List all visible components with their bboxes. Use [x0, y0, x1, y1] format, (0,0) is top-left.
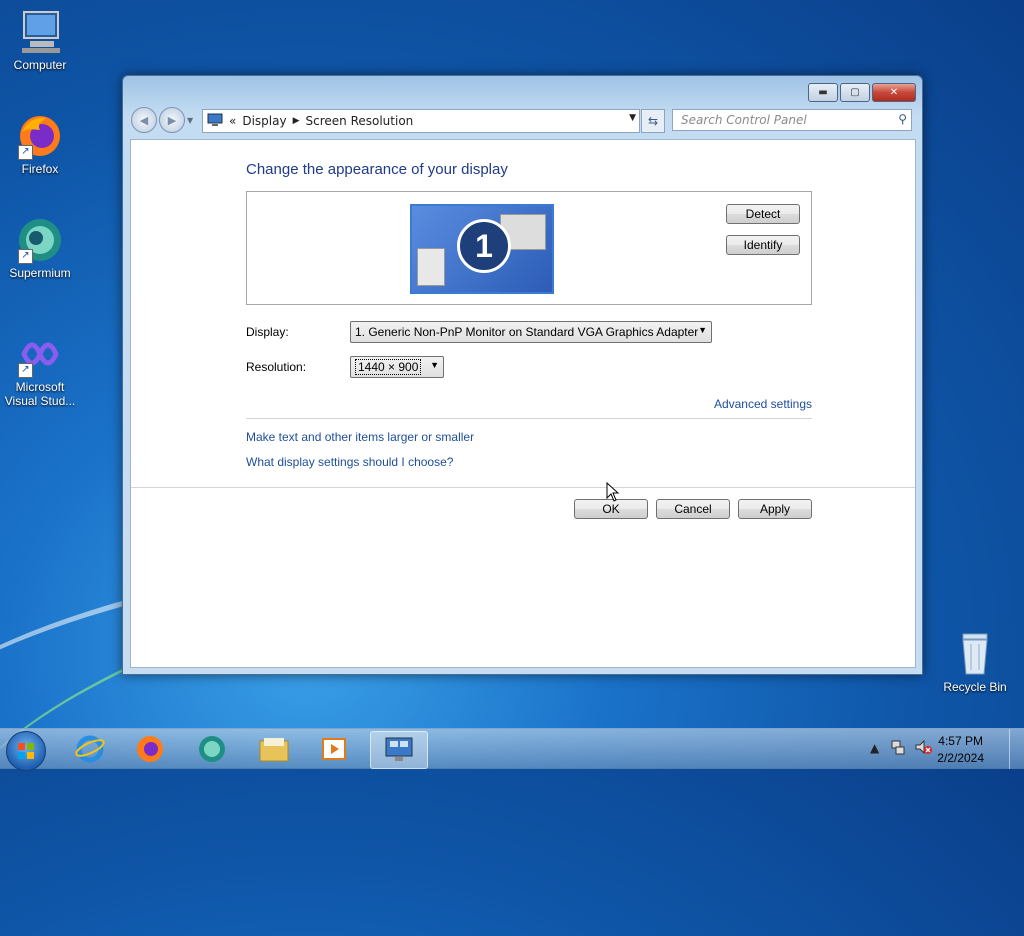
shortcut-arrow-icon: ↗: [18, 249, 33, 264]
minimize-icon: ▬: [818, 87, 828, 98]
maximize-icon: ▢: [850, 87, 860, 98]
folder-icon: [259, 738, 289, 762]
address-bar[interactable]: « Display ▶ Screen Resolution ▼: [202, 109, 640, 133]
monitor-number: 1: [457, 219, 511, 273]
monitor-preview-box: 1 Detect Identify: [246, 191, 812, 305]
divider: [131, 487, 915, 488]
breadcrumb-separator-icon[interactable]: ▶: [293, 116, 300, 126]
computer-icon: [16, 8, 64, 56]
display-select[interactable]: 1. Generic Non-PnP Monitor on Standard V…: [350, 321, 712, 343]
text-size-link[interactable]: Make text and other items larger or smal…: [246, 430, 474, 444]
start-button[interactable]: [6, 731, 46, 771]
desktop-icon-label: Microsoft Visual Stud...: [4, 380, 76, 408]
forward-arrow-icon: ▶: [167, 113, 177, 127]
supermium-icon: ↗: [16, 216, 64, 264]
screen-resolution-window: ▬ ▢ ✕ ◀ ▶ ▼ « Display ▶ Screen Resolutio…: [122, 75, 923, 675]
show-hidden-icons-button[interactable]: ▲: [870, 741, 879, 755]
taskbar-internet-explorer[interactable]: [64, 731, 116, 767]
taskbar-screen-resolution[interactable]: [370, 731, 428, 769]
taskbar-supermium[interactable]: [186, 731, 238, 767]
nav-buttons: ◀ ▶ ▼: [131, 107, 193, 133]
internet-explorer-icon: [75, 735, 105, 763]
search-icon[interactable]: ⚲: [898, 112, 907, 126]
firefox-icon: ↗: [16, 112, 64, 160]
taskbar: ▲ 4:57 PM 2/2/2024: [0, 728, 1024, 771]
desktop-icon-label: Supermium: [9, 266, 71, 280]
preview-window-graphic: [417, 248, 445, 286]
media-player-icon: [322, 738, 346, 760]
resolution-select-value: 1440 × 900: [355, 359, 422, 375]
address-dropdown-icon[interactable]: ▼: [629, 113, 636, 123]
search-input[interactable]: Search Control Panel ⚲: [672, 109, 912, 131]
mouse-cursor-icon: [606, 482, 620, 502]
dropdown-arrow-icon: ▼: [430, 360, 439, 370]
desktop-icon-label: Firefox: [21, 162, 59, 176]
cancel-button[interactable]: Cancel: [656, 499, 730, 519]
forward-button[interactable]: ▶: [159, 107, 185, 133]
shortcut-arrow-icon: ↗: [18, 363, 33, 378]
page-title: Change the appearance of your display: [246, 161, 508, 178]
advanced-settings-link[interactable]: Advanced settings: [714, 397, 812, 411]
search-placeholder: Search Control Panel: [681, 113, 807, 127]
taskbar-clock[interactable]: 4:57 PM 2/2/2024: [937, 733, 984, 767]
recent-pages-chevron-icon[interactable]: ▼: [187, 116, 193, 125]
display-select-value: 1. Generic Non-PnP Monitor on Standard V…: [355, 325, 699, 339]
content-pane: Change the appearance of your display 1 …: [130, 139, 916, 668]
maximize-button[interactable]: ▢: [840, 83, 870, 102]
control-panel-icon: [207, 113, 223, 130]
ok-button[interactable]: OK: [574, 499, 648, 519]
show-desktop-button[interactable]: [1009, 729, 1024, 769]
breadcrumb-overflow-icon[interactable]: «: [229, 114, 236, 128]
resolution-label: Resolution:: [246, 360, 307, 374]
back-arrow-icon: ◀: [139, 113, 149, 127]
desktop-icon-label: Computer: [13, 58, 67, 72]
taskbar-file-explorer[interactable]: [248, 731, 300, 767]
volume-muted-icon[interactable]: [914, 739, 932, 758]
display-control-panel-icon: [385, 737, 413, 761]
window-controls: ▬ ▢ ✕: [806, 83, 916, 102]
clock-time: 4:57 PM: [938, 734, 983, 748]
close-button[interactable]: ✕: [872, 83, 916, 102]
breadcrumb-display[interactable]: Display: [242, 114, 286, 128]
refresh-button[interactable]: ⇆: [641, 109, 665, 133]
apply-button[interactable]: Apply: [738, 499, 812, 519]
monitor-1-thumbnail[interactable]: 1: [410, 204, 554, 294]
resolution-select[interactable]: 1440 × 900 ▼: [350, 356, 444, 378]
minimize-button[interactable]: ▬: [808, 83, 838, 102]
network-icon[interactable]: [890, 739, 906, 758]
display-settings-help-link[interactable]: What display settings should I choose?: [246, 455, 453, 469]
visual-studio-icon: ↗: [16, 330, 64, 378]
desktop-icon-recycle-bin[interactable]: Recycle Bin: [935, 630, 1015, 694]
windows-logo-icon: [18, 743, 34, 759]
desktop-icon-visual-studio[interactable]: ↗ Microsoft Visual Stud...: [0, 330, 80, 408]
recycle-bin-icon: [951, 630, 999, 678]
shortcut-arrow-icon: ↗: [18, 145, 33, 160]
taskbar-media-player[interactable]: [308, 731, 360, 767]
supermium-icon: [199, 736, 225, 762]
taskbar-firefox[interactable]: [124, 731, 176, 767]
clock-date: 2/2/2024: [937, 751, 984, 765]
back-button[interactable]: ◀: [131, 107, 157, 133]
divider: [246, 418, 812, 419]
desktop-icon-label: Recycle Bin: [943, 680, 1007, 694]
breadcrumb-screen-resolution[interactable]: Screen Resolution: [306, 114, 414, 128]
detect-button[interactable]: Detect: [726, 204, 800, 224]
refresh-icon: ⇆: [647, 114, 659, 128]
firefox-icon: [137, 736, 163, 762]
display-label: Display:: [246, 325, 289, 339]
identify-button[interactable]: Identify: [726, 235, 800, 255]
desktop-icon-computer[interactable]: Computer: [0, 8, 80, 72]
desktop-icon-supermium[interactable]: ↗ Supermium: [0, 216, 80, 280]
dropdown-arrow-icon: ▼: [698, 325, 707, 335]
close-icon: ✕: [889, 87, 899, 98]
desktop-icon-firefox[interactable]: ↗ Firefox: [0, 112, 80, 176]
